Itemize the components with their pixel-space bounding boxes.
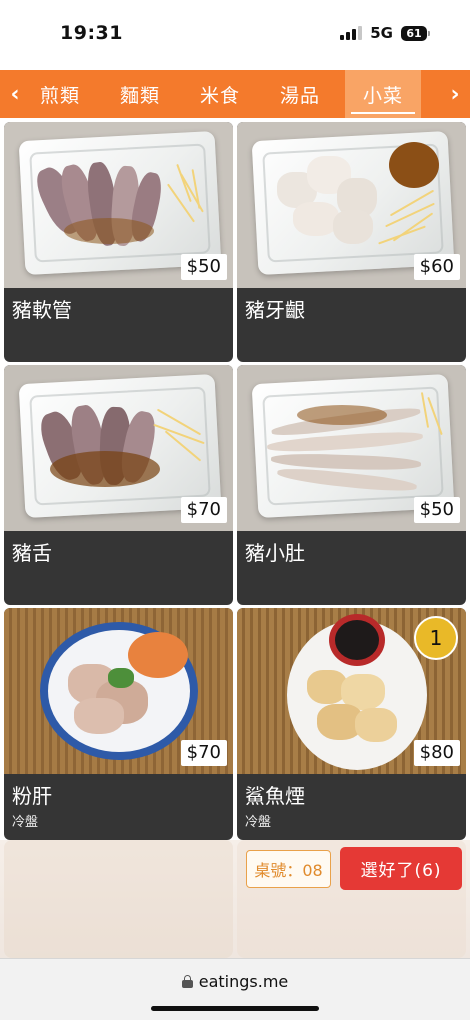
dish-name: 豬小肚 bbox=[245, 541, 305, 565]
home-indicator[interactable] bbox=[151, 1006, 319, 1011]
dish-photo: $70 bbox=[4, 365, 233, 531]
menu-item-card[interactable]: $70 豬舌 bbox=[4, 365, 233, 605]
order-footer: 桌號：08 選好了(6) bbox=[0, 840, 470, 958]
menu-item-card[interactable]: $60 豬牙齦 bbox=[237, 122, 466, 362]
network-label: 5G bbox=[370, 24, 393, 42]
dish-name: 豬軟管 bbox=[12, 298, 72, 322]
dish-name: 鯊魚煙 bbox=[245, 784, 305, 808]
menu-grid: $50 豬軟管 $60 豬牙齦 $70 豬舌 $50 豬小肚 $70 粉肝 冷盤… bbox=[0, 120, 470, 840]
dish-name: 豬舌 bbox=[12, 541, 52, 565]
dish-photo: $70 bbox=[4, 608, 233, 774]
dish-name: 豬牙齦 bbox=[245, 298, 305, 322]
dish-note: 冷盤 bbox=[12, 815, 39, 830]
quantity-badge: 1 bbox=[414, 616, 458, 660]
dish-photo: $50 bbox=[4, 122, 233, 288]
price-tag: $50 bbox=[180, 254, 227, 280]
status-bar: 19:31 5G 61 bbox=[0, 0, 470, 70]
menu-item-card[interactable]: $50 豬軟管 bbox=[4, 122, 233, 362]
url-text[interactable]: eatings.me bbox=[199, 972, 289, 991]
price-tag: $60 bbox=[413, 254, 460, 280]
tab-rice[interactable]: 米食 bbox=[182, 70, 258, 118]
dish-note: 冷盤 bbox=[245, 815, 272, 830]
tab-side-dishes[interactable]: 小菜 bbox=[345, 70, 421, 118]
price-tag: $70 bbox=[180, 497, 227, 523]
dish-photo: $50 bbox=[237, 365, 466, 531]
chevron-right-icon[interactable]: › bbox=[440, 70, 470, 118]
done-selecting-button[interactable]: 選好了(6) bbox=[340, 847, 462, 890]
menu-item-card[interactable]: 1 $80 鯊魚煙 冷盤 bbox=[237, 608, 466, 840]
price-tag: $50 bbox=[413, 497, 460, 523]
price-tag: $80 bbox=[413, 740, 460, 766]
battery-level: 61 bbox=[401, 25, 427, 41]
menu-item-card[interactable]: $70 粉肝 冷盤 bbox=[4, 608, 233, 840]
table-number-badge: 桌號：08 bbox=[246, 850, 331, 888]
lock-icon bbox=[181, 975, 193, 988]
category-tab-bar: ‹ 煎類 麵類 米食 湯品 小菜 › bbox=[0, 70, 470, 118]
tab-soup[interactable]: 湯品 bbox=[262, 70, 338, 118]
signal-icon bbox=[340, 26, 363, 40]
status-indicators: 5G 61 bbox=[340, 24, 430, 42]
tab-noodles[interactable]: 麵類 bbox=[102, 70, 178, 118]
browser-address-bar[interactable]: eatings.me bbox=[0, 958, 470, 1020]
dish-photo: 1 $80 bbox=[237, 608, 466, 774]
menu-item-card[interactable]: $50 豬小肚 bbox=[237, 365, 466, 605]
tab-jian[interactable]: 煎類 bbox=[22, 70, 98, 118]
price-tag: $70 bbox=[180, 740, 227, 766]
dish-photo: $60 bbox=[237, 122, 466, 288]
status-time: 19:31 bbox=[60, 22, 123, 44]
dish-name: 粉肝 bbox=[12, 784, 52, 808]
battery-icon: 61 bbox=[401, 25, 430, 41]
